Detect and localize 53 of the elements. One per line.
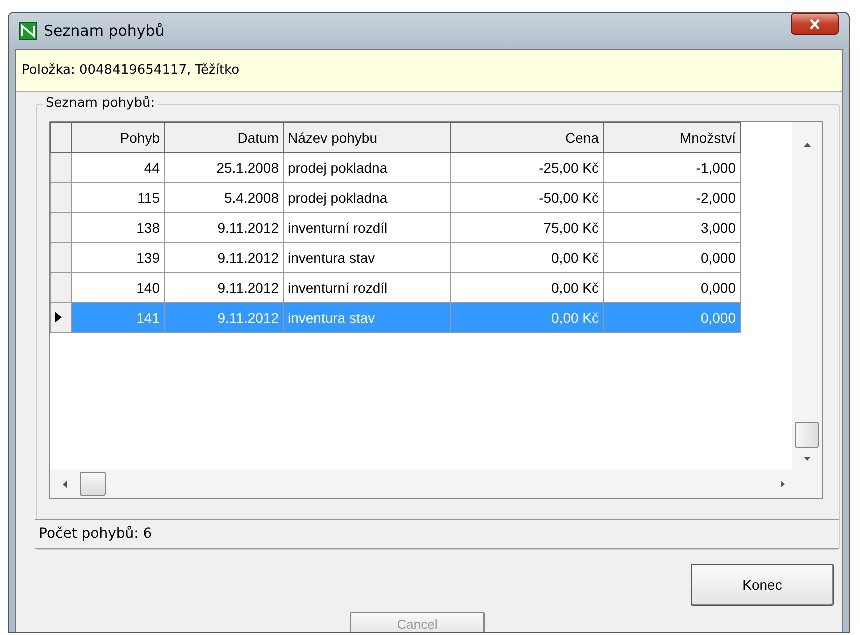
close-dialog-button[interactable]: Konec bbox=[691, 564, 834, 606]
table-cell: 5.4.2008 bbox=[164, 182, 284, 212]
table-cell: 75,00 Kč bbox=[450, 212, 604, 242]
status-bar: Počet pohybů: 6 bbox=[35, 519, 839, 549]
table-cell: -50,00 Kč bbox=[450, 182, 604, 212]
column-header[interactable]: Cena bbox=[450, 122, 604, 152]
close-button[interactable] bbox=[791, 13, 839, 35]
table-cell: 141 bbox=[72, 302, 164, 332]
group-label: Seznam pohybů: bbox=[43, 96, 158, 111]
table-row[interactable]: 115 5.4.2008 prodej pokladna -50,00 Kč -2,000 bbox=[50, 182, 792, 212]
table-cell: 9.11.2012 bbox=[164, 242, 284, 272]
table-row[interactable]: 139 9.11.2012 inventura stav 0,00 Kč 0,000 bbox=[50, 242, 792, 272]
item-label: Položka: 0048419654117, Těžítko bbox=[22, 63, 240, 78]
row-selector[interactable] bbox=[50, 302, 72, 332]
table-cell: 25.1.2008 bbox=[164, 152, 284, 182]
down-arrow-icon[interactable] bbox=[802, 456, 812, 462]
table-cell: inventurní rozdíl bbox=[284, 212, 450, 242]
table-cell: inventura stav bbox=[284, 302, 450, 332]
table-row[interactable]: 138 9.11.2012 inventurní rozdíl 75,00 Kč 3,000 bbox=[50, 212, 792, 242]
current-row-icon bbox=[55, 312, 62, 322]
table-cell: 44 bbox=[72, 152, 164, 182]
column-header[interactable]: Datum bbox=[164, 122, 284, 152]
left-arrow-icon[interactable] bbox=[62, 480, 68, 488]
table-cell: 0,00 Kč bbox=[450, 242, 604, 272]
table-cell: -2,000 bbox=[604, 182, 740, 212]
scroll-thumb[interactable] bbox=[795, 422, 819, 448]
vertical-scrollbar[interactable] bbox=[792, 122, 822, 470]
table-cell: 0,000 bbox=[604, 242, 740, 272]
table-cell: 9.11.2012 bbox=[164, 302, 284, 332]
table-cell: -25,00 Kč bbox=[450, 152, 604, 182]
row-header bbox=[50, 122, 72, 152]
column-header[interactable]: Množství bbox=[604, 122, 740, 152]
table-cell: prodej pokladna bbox=[284, 182, 450, 212]
table-cell: 3,000 bbox=[604, 212, 740, 242]
app-icon bbox=[19, 22, 37, 40]
table-cell: inventura stav bbox=[284, 242, 450, 272]
table-cell: 0,00 Kč bbox=[450, 302, 604, 332]
table-cell: 0,000 bbox=[604, 302, 740, 332]
table-cell: 115 bbox=[72, 182, 164, 212]
scroll-thumb[interactable] bbox=[80, 472, 106, 496]
table-cell: 139 bbox=[72, 242, 164, 272]
up-arrow-icon[interactable] bbox=[802, 142, 812, 148]
table-cell: 138 bbox=[72, 212, 164, 242]
table-row[interactable]: 44 25.1.2008 prodej pokladna -25,00 Kč -1,000 bbox=[50, 152, 792, 182]
column-header[interactable]: Název pohybu bbox=[284, 122, 450, 152]
table-cell: -1,000 bbox=[604, 152, 740, 182]
table-cell: 9.11.2012 bbox=[164, 212, 284, 242]
column-header[interactable]: Pohyb bbox=[72, 122, 164, 152]
horizontal-scrollbar[interactable] bbox=[50, 470, 822, 498]
window-title: Seznam pohybů bbox=[44, 22, 165, 40]
right-arrow-icon[interactable] bbox=[780, 480, 786, 488]
close-icon bbox=[809, 18, 821, 30]
table-cell: prodej pokladna bbox=[284, 152, 450, 182]
